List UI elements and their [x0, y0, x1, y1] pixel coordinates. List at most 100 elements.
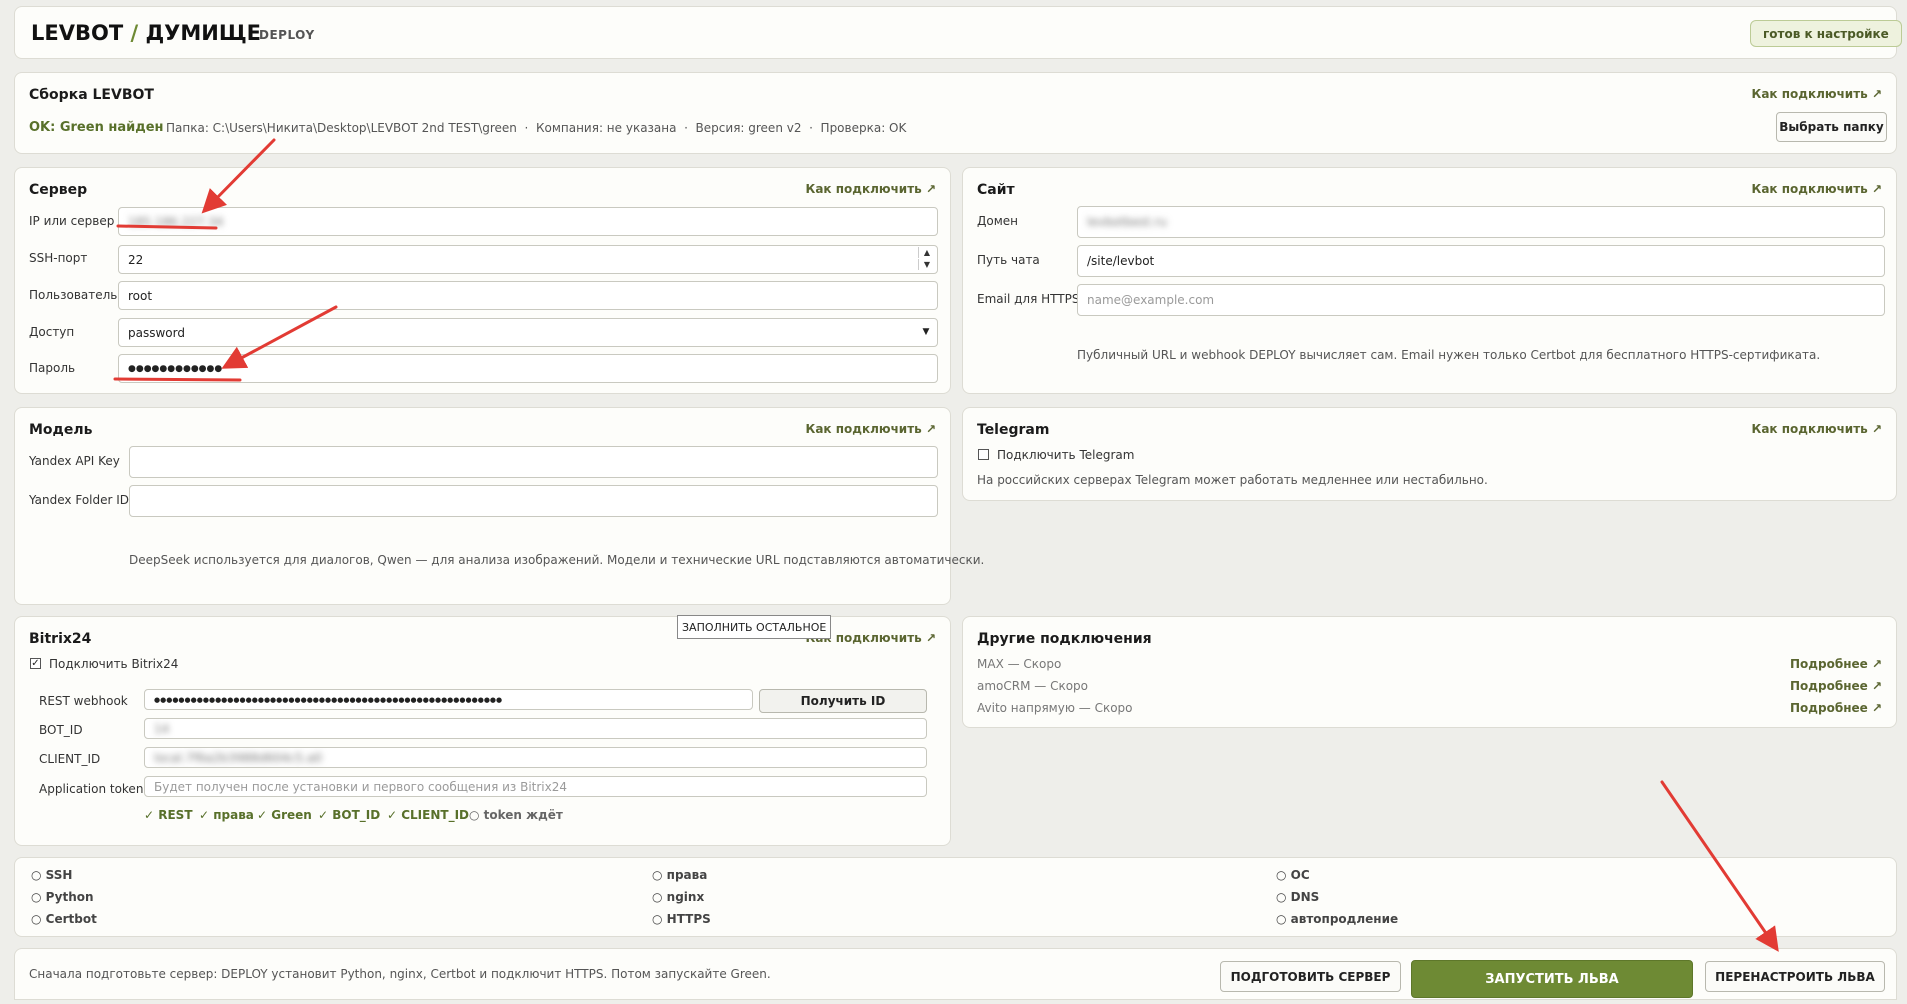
port-value: 22	[128, 252, 144, 267]
email-placeholder: name@example.com	[1087, 293, 1215, 307]
status-rights: ○ права	[652, 868, 708, 882]
launch-lion-button[interactable]: ЗАПУСТИТЬ ЛЬВА	[1411, 960, 1693, 998]
password-input[interactable]: ●●●●●●●●●●●●	[118, 354, 938, 383]
app-token-placeholder: Будет получен после установки и первого …	[154, 779, 568, 794]
access-label: Доступ	[29, 325, 75, 339]
bitrix-card: Bitrix24 Как подключить ↗ ✓ Подключить B…	[14, 616, 951, 846]
bitrix-checkbox-label[interactable]: Подключить Bitrix24	[49, 657, 178, 671]
chat-path-value: /site/levbot	[1087, 254, 1155, 268]
telegram-title: Telegram	[977, 422, 1050, 438]
other-item-amocrm: amoCRM — Скоро	[977, 679, 1089, 693]
ip-input[interactable]: 185.186.227.34	[118, 207, 938, 236]
site-card: Сайт Как подключить ↗ Домен levbotbest.r…	[962, 167, 1897, 394]
telegram-checkbox-label[interactable]: Подключить Telegram	[997, 448, 1134, 462]
email-label: Email для HTTPS	[977, 292, 1080, 306]
app-token-input[interactable]: Будет получен после установки и первого …	[144, 776, 927, 797]
footer-hint: Сначала подготовьте сервер: DEPLOY устан…	[29, 967, 771, 981]
build-help-link[interactable]: Как подключить ↗	[1752, 87, 1882, 101]
status-badge: готов к настройке	[1750, 20, 1902, 47]
app-token-label: Application token	[39, 782, 144, 796]
telegram-card: Telegram Как подключить ↗ Подключить Tel…	[962, 407, 1897, 501]
check-rights: ✓ права	[199, 808, 254, 822]
status-os: ○ ОС	[1276, 868, 1310, 882]
footer-bar: Сначала подготовьте сервер: DEPLOY устан…	[14, 948, 1897, 1000]
bot-id-label: BOT_ID	[39, 723, 83, 737]
model-note: DeepSeek используется для диалогов, Qwen…	[129, 553, 985, 567]
title-slash: /	[130, 21, 139, 45]
status-python: ○ Python	[31, 890, 94, 904]
site-help-link[interactable]: Как подключить ↗	[1752, 182, 1882, 196]
chevron-down-icon[interactable]: ▼	[918, 322, 934, 343]
status-autorenew: ○ автопродление	[1276, 912, 1399, 926]
ip-label: IP или сервер	[29, 214, 115, 228]
status-nginx: ○ nginx	[652, 890, 705, 904]
brand-name: LEVBOT	[31, 21, 124, 45]
build-details: Папка: C:\Users\Никита\Desktop\LEVBOT 2n…	[166, 121, 907, 135]
user-label: Пользователь	[29, 288, 118, 302]
access-value: password	[128, 325, 185, 340]
build-card: Сборка LEVBOT Как подключить ↗ OK: Green…	[14, 72, 1897, 154]
telegram-help-link[interactable]: Как подключить ↗	[1752, 422, 1882, 436]
client-id-value: local.7f6a2b3988d604c5.a0	[154, 750, 322, 765]
other-item-avito-link[interactable]: Подробнее ↗	[1790, 701, 1882, 715]
webhook-label: REST webhook	[39, 694, 128, 708]
api-key-label: Yandex API Key	[29, 454, 120, 468]
server-title: Сервер	[29, 182, 88, 198]
status-dns: ○ DNS	[1276, 890, 1320, 904]
fill-rest-tooltip: ЗАПОЛНИТЬ ОСТАЛЬНОЕ	[677, 615, 832, 639]
domain-label: Домен	[977, 214, 1018, 228]
app-subtitle: DEPLOY	[259, 28, 315, 42]
domain-value: levbotbest.ru	[1087, 215, 1167, 229]
build-status: OK: Green найден	[29, 120, 164, 135]
password-label: Пароль	[29, 361, 76, 375]
model-help-link[interactable]: Как подключить ↗	[806, 422, 936, 436]
reconfigure-lion-button[interactable]: ПЕРЕНАСТРОИТЬ ЛЬВА	[1705, 961, 1885, 992]
check-bot-id: ✓ BOT_ID	[318, 808, 381, 822]
password-value: ●●●●●●●●●●●●	[128, 363, 223, 374]
model-card: Модель Как подключить ↗ Yandex API Key Y…	[14, 407, 984, 605]
telegram-note: На российских серверах Telegram может ра…	[977, 473, 1488, 487]
telegram-checkbox[interactable]	[978, 449, 989, 460]
user-value: root	[128, 288, 153, 303]
bot-id-input[interactable]: 14	[144, 718, 927, 739]
bot-id-value: 14	[154, 721, 170, 736]
webhook-value: ●●●●●●●●●●●●●●●●●●●●●●●●●●●●●●●●●●●●●●●●…	[154, 695, 503, 704]
status-certbot: ○ Certbot	[31, 912, 97, 926]
access-select[interactable]: password	[118, 318, 938, 347]
domain-input[interactable]: levbotbest.ru	[1077, 206, 1885, 238]
get-id-button[interactable]: Получить ID	[759, 689, 927, 713]
status-card: ○ SSH ○ Python ○ Certbot ○ права ○ nginx…	[14, 857, 1897, 937]
other-item-avito: Avito напрямую — Скоро	[977, 701, 1133, 715]
port-spinner-up-icon[interactable]: ▲	[918, 247, 935, 258]
server-help-link[interactable]: Как подключить ↗	[806, 182, 936, 196]
webhook-input[interactable]: ●●●●●●●●●●●●●●●●●●●●●●●●●●●●●●●●●●●●●●●●…	[144, 689, 753, 710]
other-item-max-link[interactable]: Подробнее ↗	[1790, 657, 1882, 671]
folder-id-input[interactable]	[129, 485, 938, 517]
other-item-max: MAX — Скоро	[977, 657, 1062, 671]
port-input[interactable]: 22	[118, 245, 938, 274]
app-title: LEVBOT / ДУМИЩЕ	[31, 21, 261, 45]
client-id-input[interactable]: local.7f6a2b3988d604c5.a0	[144, 747, 927, 768]
site-note: Публичный URL и webhook DEPLOY вычисляет…	[1077, 348, 1821, 362]
chat-path-input[interactable]: /site/levbot	[1077, 245, 1885, 277]
other-connections-card: Другие подключения MAX — Скоро Подробнее…	[962, 616, 1897, 728]
email-input[interactable]: name@example.com	[1077, 284, 1885, 316]
user-input[interactable]: root	[118, 281, 938, 310]
port-spinner-down-icon[interactable]: ▼	[918, 259, 935, 270]
check-rest: ✓ REST	[144, 808, 193, 822]
client-id-label: CLIENT_ID	[39, 752, 101, 766]
build-title: Сборка LEVBOT	[29, 87, 154, 103]
chat-path-label: Путь чата	[977, 253, 1040, 267]
prepare-server-button[interactable]: ПОДГОТОВИТЬ СЕРВЕР	[1220, 961, 1401, 992]
other-item-amocrm-link[interactable]: Подробнее ↗	[1790, 679, 1882, 693]
bitrix-checkbox[interactable]: ✓	[30, 658, 41, 669]
choose-folder-button[interactable]: Выбрать папку	[1776, 112, 1887, 142]
status-ssh: ○ SSH	[31, 868, 73, 882]
check-green: ✓ Green	[257, 808, 312, 822]
folder-id-label: Yandex Folder ID	[29, 493, 130, 507]
status-https: ○ HTTPS	[652, 912, 711, 926]
app-name: ДУМИЩЕ	[145, 21, 262, 45]
header-bar: LEVBOT / ДУМИЩЕ DEPLOY готов к настройке	[14, 6, 1902, 59]
api-key-input[interactable]	[129, 446, 938, 478]
other-title: Другие подключения	[977, 631, 1152, 647]
